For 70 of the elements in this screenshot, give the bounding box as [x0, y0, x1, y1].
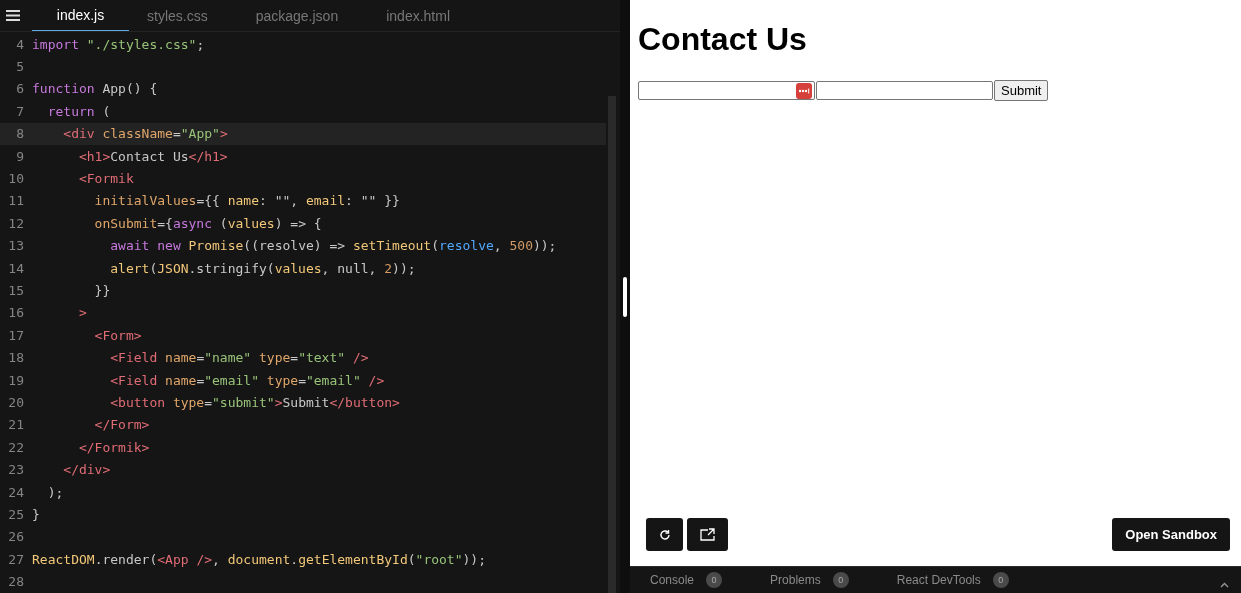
panel-tab[interactable]: Console — [650, 573, 695, 587]
file-tab[interactable]: styles.css — [129, 0, 226, 31]
line-number: 10 — [7, 171, 25, 187]
line-number: 18 — [7, 350, 25, 366]
open-sandbox-button[interactable]: Open Sandbox — [1112, 518, 1230, 551]
line-number: 14 — [7, 260, 25, 276]
menu-icon[interactable] — [6, 10, 20, 21]
count-badge: 0 — [832, 572, 849, 588]
line-number: 17 — [7, 327, 25, 343]
refresh-icon — [658, 528, 671, 541]
external-link-icon — [699, 528, 716, 541]
line-number: 24 — [7, 484, 25, 500]
code-line: await new Promise((resolve) => setTimeout(resolve, 500)); — [109, 238, 557, 254]
file-tab[interactable]: package.json — [237, 0, 357, 31]
code-line: <div className="App"> — [62, 126, 228, 142]
refresh-button[interactable] — [646, 518, 683, 551]
line-number: 25 — [7, 506, 25, 522]
code-line: initialValues={{ name: "", email: "" }} — [93, 193, 400, 209]
code-line: }} — [93, 283, 111, 298]
line-number: 19 — [7, 372, 25, 388]
file-tab[interactable]: index.js — [32, 0, 129, 31]
code-line: </div> — [62, 462, 111, 478]
name-input[interactable] — [638, 81, 815, 100]
code-line: <Field name="name" type="text" /> — [109, 350, 369, 366]
line-number: 4 — [15, 36, 25, 52]
line-number: 9 — [15, 148, 25, 164]
line-number: 27 — [7, 551, 25, 567]
code-line: <Field name="email" type="email" /> — [109, 372, 385, 388]
code-line: } — [32, 506, 40, 522]
line-number: 8 — [15, 126, 25, 142]
code-line: alert(JSON.stringify(values, null, 2)); — [109, 260, 416, 276]
code-line: ReactDOM.render(<App />, document.getElementById("root")); — [32, 551, 486, 567]
page-heading: Contact Us — [638, 21, 808, 58]
password-manager-icon[interactable] — [796, 82, 812, 99]
line-number: 20 — [7, 394, 25, 410]
count-badge: 0 — [992, 572, 1009, 588]
file-tab[interactable]: index.html — [368, 0, 468, 31]
line-number: 28 — [7, 574, 25, 590]
line-number: 21 — [7, 417, 25, 433]
line-number: 11 — [7, 193, 25, 209]
code-line: </Formik> — [77, 439, 150, 455]
submit-button[interactable]: Submit — [994, 80, 1049, 101]
count-badge: 0 — [706, 572, 723, 588]
line-number: 26 — [7, 529, 25, 545]
email-input[interactable] — [816, 81, 993, 100]
code-line: <h1>Contact Us</h1> — [77, 148, 228, 164]
code-line: import "./styles.css"; — [32, 36, 205, 52]
code-line: <button type="submit">Submit</button> — [109, 394, 400, 410]
chevron-up-icon[interactable] — [1220, 582, 1229, 588]
code-line: ); — [46, 484, 64, 500]
line-number: 16 — [7, 305, 25, 321]
line-number: 5 — [15, 59, 25, 75]
code-line: <Formik — [77, 171, 134, 187]
code-line: > — [77, 305, 87, 321]
line-number: 22 — [7, 439, 25, 455]
line-number: 13 — [7, 238, 25, 254]
code-line: return ( — [46, 103, 111, 119]
code-line: onSubmit={async (values) => { — [93, 215, 322, 231]
code-line: <Form> — [93, 327, 142, 343]
resize-handle[interactable] — [623, 276, 627, 317]
code-line: function App() { — [32, 81, 158, 97]
code-line: </Form> — [93, 417, 150, 433]
line-number: 7 — [15, 103, 25, 119]
panel-tab[interactable]: Problems — [770, 573, 821, 587]
open-new-window-button[interactable] — [687, 518, 728, 551]
line-number: 6 — [15, 81, 25, 97]
line-number: 23 — [7, 462, 25, 478]
line-number: 15 — [7, 283, 25, 298]
panel-tab[interactable]: React DevTools — [896, 573, 981, 587]
line-number: 12 — [7, 215, 25, 231]
